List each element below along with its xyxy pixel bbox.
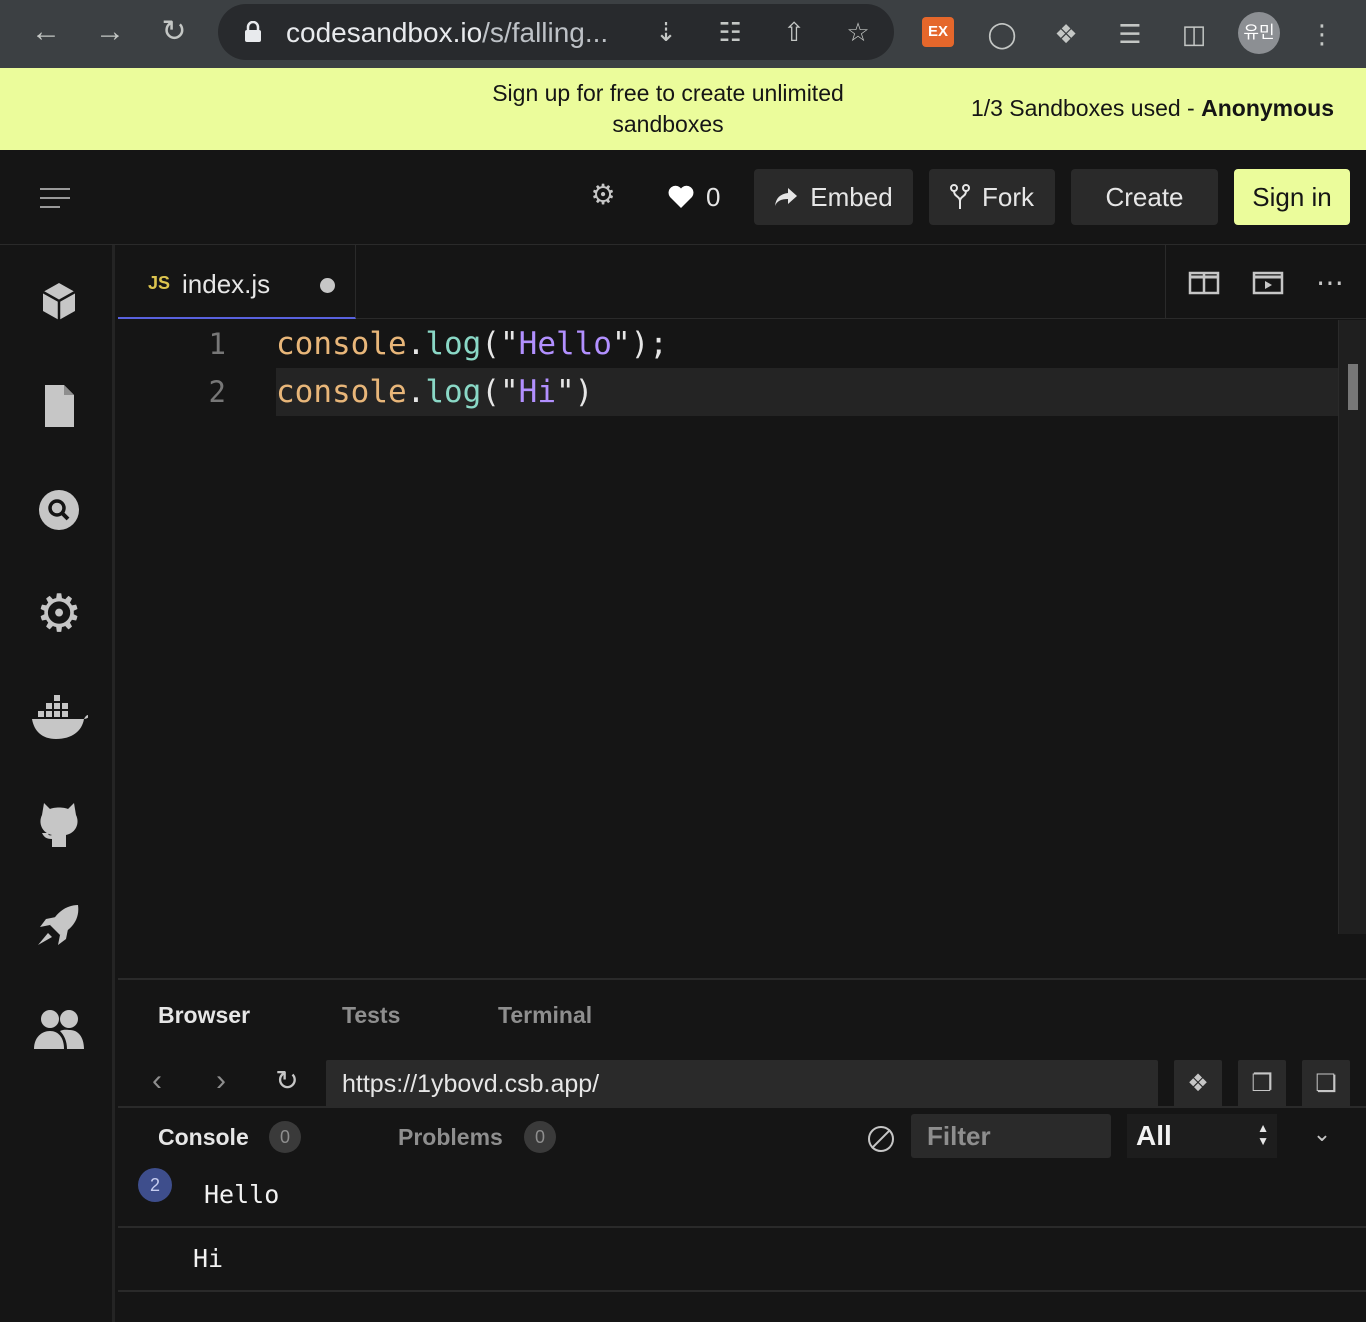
install-icon[interactable]: ⇣	[648, 14, 684, 50]
log-repeat-count: 2	[138, 1168, 172, 1202]
log-message: Hello	[204, 1180, 280, 1209]
profile-avatar[interactable]: 유민	[1238, 12, 1280, 54]
tab-problems[interactable]: Problems	[398, 1124, 503, 1151]
panel-tabs: Browser Tests Terminal	[118, 978, 1366, 1050]
address-url[interactable]: codesandbox.io/s/falling...	[286, 17, 608, 49]
github-icon[interactable]	[30, 793, 88, 851]
editor-scrollbar-thumb[interactable]	[1348, 364, 1358, 410]
tab-console[interactable]: Console	[158, 1124, 249, 1151]
preview-refresh-icon[interactable]: ↻	[272, 1066, 302, 1096]
unsaved-dot-icon[interactable]	[320, 278, 335, 293]
fork-button[interactable]: Fork	[929, 169, 1055, 225]
popout-preview-icon[interactable]: ❏	[1302, 1060, 1350, 1108]
gear-icon[interactable]: ⚙	[30, 585, 88, 643]
js-file-icon: JS	[148, 273, 171, 293]
activity-sidebar: ⚙	[0, 245, 115, 1322]
lock-icon	[245, 21, 261, 42]
users-icon[interactable]	[30, 1001, 88, 1059]
preview-back-icon[interactable]: ‹	[142, 1066, 172, 1096]
sandbox-usage: 1/3 Sandboxes used - Anonymous	[970, 95, 1334, 121]
share-icon[interactable]: ⇧	[776, 14, 812, 50]
sign-in-button[interactable]: Sign in	[1234, 169, 1350, 225]
line-number: 2	[208, 375, 226, 409]
usage-user: Anonymous	[1201, 95, 1334, 121]
browser-toolbar: ← → ↻ codesandbox.io/s/falling... ⇣ ☷ ⇧ …	[0, 0, 1366, 68]
editor-scrollbar[interactable]	[1338, 320, 1366, 934]
bookmark-star-icon[interactable]: ☆	[840, 14, 876, 50]
hamburger-menu-icon[interactable]	[40, 188, 72, 208]
log-level-select[interactable]: All ▲ ▼	[1127, 1114, 1277, 1158]
problems-count-badge: 0	[524, 1121, 556, 1153]
select-arrows-icon: ▲ ▼	[1257, 1121, 1269, 1148]
create-button[interactable]: Create	[1071, 169, 1218, 225]
extension-ex-icon[interactable]: EX	[922, 17, 954, 47]
embed-label: Embed	[810, 181, 893, 212]
console-log-row: Hi	[118, 1228, 1366, 1292]
embed-button[interactable]: Embed	[754, 169, 913, 225]
tab-index-js[interactable]: JS index.js	[118, 245, 356, 319]
tab-terminal[interactable]: Terminal	[498, 1002, 592, 1029]
open-new-window-icon[interactable]: ❐	[1238, 1060, 1286, 1108]
preview-navigation: ‹ › ↻ https://1ybovd.csb.app/ ❖ ❐ ❏	[118, 1050, 1366, 1108]
loading-extension-icon[interactable]: ◯	[982, 14, 1022, 54]
tab-browser[interactable]: Browser	[158, 1002, 250, 1029]
translate-icon[interactable]: ☷	[712, 14, 748, 50]
reload-icon[interactable]: ↻	[154, 12, 194, 52]
more-menu-icon[interactable]: ⋮	[1302, 14, 1342, 54]
address-bar[interactable]: codesandbox.io/s/falling... ⇣ ☷ ⇧ ☆	[218, 4, 894, 60]
code-line[interactable]: 1 console.log("Hello");	[118, 320, 1338, 368]
heart-icon	[668, 185, 694, 208]
editor-actions: ⋯	[1165, 245, 1366, 319]
media-queue-icon[interactable]: ☰	[1110, 14, 1150, 54]
like-count: 0	[706, 181, 721, 212]
forward-icon[interactable]: →	[90, 12, 130, 52]
extensions-puzzle-icon[interactable]: ❖	[1046, 14, 1086, 54]
console-toolbar: Console 0 Problems 0 All ▲▼ ⌄	[118, 1108, 1366, 1166]
code-line[interactable]: 2 console.log("Hi")	[118, 368, 1338, 416]
console-count-badge: 0	[269, 1121, 301, 1153]
back-icon[interactable]: ←	[26, 12, 66, 52]
rocket-icon[interactable]	[30, 897, 88, 955]
split-view-icon[interactable]	[1188, 269, 1220, 297]
collapse-chevron-icon[interactable]: ⌄	[1310, 1122, 1334, 1146]
fork-icon	[950, 184, 970, 209]
like-button[interactable]: 0	[668, 180, 720, 214]
log-level-value: All	[1136, 1120, 1172, 1151]
search-icon[interactable]	[30, 481, 88, 539]
editor-tabs: JS index.js ⋯	[118, 245, 1366, 319]
share-arrow-icon	[775, 188, 798, 206]
tab-filename: index.js	[182, 269, 271, 299]
side-panel-icon[interactable]: ◫	[1174, 14, 1214, 54]
file-icon[interactable]	[30, 377, 88, 435]
console-log-row: 2 Hello	[118, 1166, 1366, 1228]
tab-tests[interactable]: Tests	[342, 1002, 400, 1029]
fork-label: Fork	[982, 181, 1034, 212]
app-header: ⚙ 0 Embed Fork Create Sign in	[0, 150, 1366, 245]
preview-url-input[interactable]: https://1ybovd.csb.app/	[326, 1060, 1158, 1108]
signup-message: Sign up for free to create unlimited san…	[492, 80, 844, 137]
preview-window-icon[interactable]	[1252, 269, 1284, 297]
signup-banner: Sign up for free to create unlimited san…	[0, 68, 1366, 150]
more-options-icon[interactable]: ⋯	[1314, 269, 1346, 297]
code-editor[interactable]: 1 console.log("Hello"); 2 console.log("H…	[118, 320, 1366, 978]
log-message: Hi	[193, 1244, 224, 1273]
line-number: 1	[208, 327, 226, 361]
settings-gear-icon[interactable]: ⚙	[588, 180, 618, 210]
console-filter-input[interactable]	[911, 1114, 1111, 1158]
cube-icon[interactable]	[30, 273, 88, 331]
docker-icon[interactable]	[30, 689, 88, 747]
responsive-mode-icon[interactable]: ❖	[1174, 1060, 1222, 1108]
clear-console-icon[interactable]	[868, 1126, 894, 1152]
preview-forward-icon[interactable]: ›	[206, 1066, 236, 1096]
